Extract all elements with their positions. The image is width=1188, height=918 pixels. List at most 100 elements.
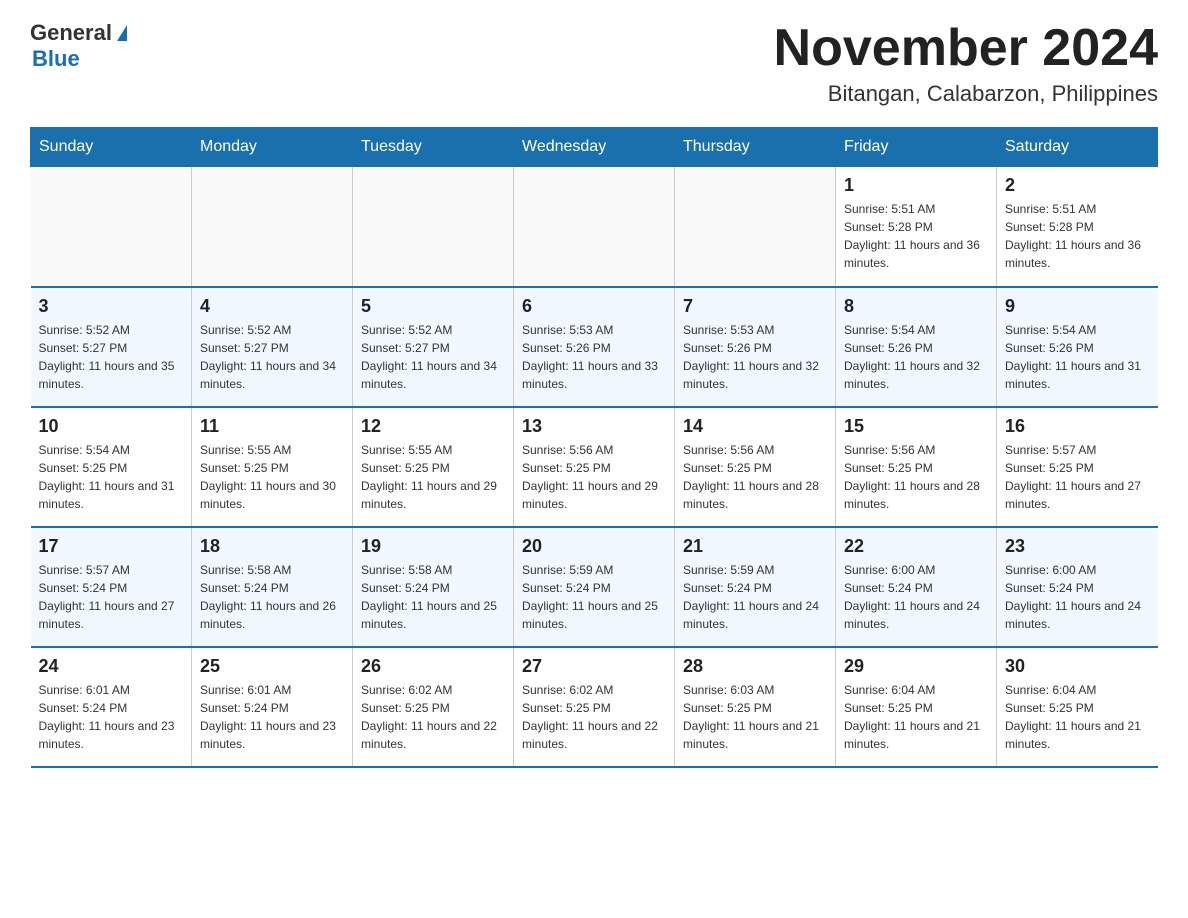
day-number: 8 xyxy=(844,296,988,317)
day-number: 2 xyxy=(1005,175,1150,196)
calendar-week-row: 3 Sunrise: 5:52 AMSunset: 5:27 PMDaylight… xyxy=(31,287,1158,407)
day-number: 20 xyxy=(522,536,666,557)
calendar-cell: 26 Sunrise: 6:02 AMSunset: 5:25 PMDayligh… xyxy=(353,647,514,767)
day-header-saturday: Saturday xyxy=(997,128,1158,167)
day-number: 15 xyxy=(844,416,988,437)
calendar-cell: 1Sunrise: 5:51 AMSunset: 5:28 PMDaylight… xyxy=(836,167,997,287)
day-info: Sunrise: 5:54 AMSunset: 5:26 PMDaylight:… xyxy=(844,321,988,393)
calendar-cell xyxy=(675,167,836,287)
calendar-week-row: 17Sunrise: 5:57 AMSunset: 5:24 PMDayligh… xyxy=(31,527,1158,647)
calendar-week-row: 10Sunrise: 5:54 AMSunset: 5:25 PMDayligh… xyxy=(31,407,1158,527)
calendar-cell: 2 Sunrise: 5:51 AMSunset: 5:28 PMDaylight… xyxy=(997,167,1158,287)
logo-block: General Blue xyxy=(30,20,128,72)
day-info: Sunrise: 6:00 AMSunset: 5:24 PMDaylight:… xyxy=(1005,561,1150,633)
calendar-cell xyxy=(192,167,353,287)
day-info: Sunrise: 5:57 AMSunset: 5:24 PMDaylight:… xyxy=(39,561,184,633)
day-info: Sunrise: 5:51 AMSunset: 5:28 PMDaylight:… xyxy=(1005,200,1150,272)
day-info: Sunrise: 6:02 AMSunset: 5:25 PMDaylight:… xyxy=(361,681,505,753)
day-number: 23 xyxy=(1005,536,1150,557)
day-info: Sunrise: 5:56 AMSunset: 5:25 PMDaylight:… xyxy=(683,441,827,513)
day-number: 14 xyxy=(683,416,827,437)
day-info: Sunrise: 5:55 AMSunset: 5:25 PMDaylight:… xyxy=(200,441,344,513)
calendar-cell: 3Sunrise: 5:52 AMSunset: 5:27 PMDaylight… xyxy=(31,287,192,407)
calendar-cell: 9 Sunrise: 5:54 AMSunset: 5:26 PMDaylight… xyxy=(997,287,1158,407)
day-info: Sunrise: 6:01 AMSunset: 5:24 PMDaylight:… xyxy=(200,681,344,753)
calendar-cell: 22 Sunrise: 6:00 AMSunset: 5:24 PMDayligh… xyxy=(836,527,997,647)
day-info: Sunrise: 5:52 AMSunset: 5:27 PMDaylight:… xyxy=(361,321,505,393)
day-info: Sunrise: 5:59 AMSunset: 5:24 PMDaylight:… xyxy=(522,561,666,633)
day-number: 10 xyxy=(39,416,184,437)
day-number: 12 xyxy=(361,416,505,437)
calendar-cell: 30 Sunrise: 6:04 AMSunset: 5:25 PMDayligh… xyxy=(997,647,1158,767)
day-number: 13 xyxy=(522,416,666,437)
day-number: 5 xyxy=(361,296,505,317)
calendar-cell: 8 Sunrise: 5:54 AMSunset: 5:26 PMDaylight… xyxy=(836,287,997,407)
day-number: 3 xyxy=(39,296,184,317)
logo: General Blue xyxy=(30,20,128,72)
logo-blue: Blue xyxy=(32,46,80,71)
day-info: Sunrise: 5:52 AMSunset: 5:27 PMDaylight:… xyxy=(200,321,344,393)
day-number: 21 xyxy=(683,536,827,557)
calendar-cell: 29 Sunrise: 6:04 AMSunset: 5:25 PMDayligh… xyxy=(836,647,997,767)
day-info: Sunrise: 6:01 AMSunset: 5:24 PMDaylight:… xyxy=(39,681,184,753)
calendar-cell: 7Sunrise: 5:53 AMSunset: 5:26 PMDaylight… xyxy=(675,287,836,407)
calendar-cell: 16Sunrise: 5:57 AMSunset: 5:25 PMDayligh… xyxy=(997,407,1158,527)
calendar-week-row: 24 Sunrise: 6:01 AMSunset: 5:24 PMDayligh… xyxy=(31,647,1158,767)
day-number: 19 xyxy=(361,536,505,557)
calendar-cell: 12 Sunrise: 5:55 AMSunset: 5:25 PMDayligh… xyxy=(353,407,514,527)
calendar-cell: 5 Sunrise: 5:52 AMSunset: 5:27 PMDaylight… xyxy=(353,287,514,407)
calendar-cell: 20 Sunrise: 5:59 AMSunset: 5:24 PMDayligh… xyxy=(514,527,675,647)
day-info: Sunrise: 6:04 AMSunset: 5:25 PMDaylight:… xyxy=(1005,681,1150,753)
calendar-cell: 18 Sunrise: 5:58 AMSunset: 5:24 PMDayligh… xyxy=(192,527,353,647)
calendar-header-row: SundayMondayTuesdayWednesdayThursdayFrid… xyxy=(31,128,1158,167)
calendar-cell: 17Sunrise: 5:57 AMSunset: 5:24 PMDayligh… xyxy=(31,527,192,647)
title-block: November 2024 Bitangan, Calabarzon, Phil… xyxy=(774,20,1158,107)
day-info: Sunrise: 5:54 AMSunset: 5:26 PMDaylight:… xyxy=(1005,321,1150,393)
day-header-friday: Friday xyxy=(836,128,997,167)
day-number: 30 xyxy=(1005,656,1150,677)
day-number: 7 xyxy=(683,296,827,317)
day-number: 1 xyxy=(844,175,988,196)
day-info: Sunrise: 5:58 AMSunset: 5:24 PMDaylight:… xyxy=(361,561,505,633)
day-info: Sunrise: 6:00 AMSunset: 5:24 PMDaylight:… xyxy=(844,561,988,633)
calendar-cell: 14 Sunrise: 5:56 AMSunset: 5:25 PMDayligh… xyxy=(675,407,836,527)
day-number: 9 xyxy=(1005,296,1150,317)
day-number: 4 xyxy=(200,296,344,317)
day-info: Sunrise: 6:02 AMSunset: 5:25 PMDaylight:… xyxy=(522,681,666,753)
day-info: Sunrise: 5:56 AMSunset: 5:25 PMDaylight:… xyxy=(522,441,666,513)
calendar-cell: 21 Sunrise: 5:59 AMSunset: 5:24 PMDayligh… xyxy=(675,527,836,647)
calendar-cell: 11Sunrise: 5:55 AMSunset: 5:25 PMDayligh… xyxy=(192,407,353,527)
calendar-cell: 4 Sunrise: 5:52 AMSunset: 5:27 PMDaylight… xyxy=(192,287,353,407)
day-number: 24 xyxy=(39,656,184,677)
logo-general: General xyxy=(30,20,112,46)
calendar-cell: 27Sunrise: 6:02 AMSunset: 5:25 PMDayligh… xyxy=(514,647,675,767)
day-header-monday: Monday xyxy=(192,128,353,167)
day-header-sunday: Sunday xyxy=(31,128,192,167)
day-info: Sunrise: 5:56 AMSunset: 5:25 PMDaylight:… xyxy=(844,441,988,513)
calendar-cell: 6 Sunrise: 5:53 AMSunset: 5:26 PMDaylight… xyxy=(514,287,675,407)
calendar-cell xyxy=(31,167,192,287)
day-info: Sunrise: 5:53 AMSunset: 5:26 PMDaylight:… xyxy=(522,321,666,393)
day-header-wednesday: Wednesday xyxy=(514,128,675,167)
day-number: 22 xyxy=(844,536,988,557)
day-number: 28 xyxy=(683,656,827,677)
day-info: Sunrise: 6:04 AMSunset: 5:25 PMDaylight:… xyxy=(844,681,988,753)
day-number: 16 xyxy=(1005,416,1150,437)
day-number: 25 xyxy=(200,656,344,677)
calendar-cell: 25 Sunrise: 6:01 AMSunset: 5:24 PMDayligh… xyxy=(192,647,353,767)
day-number: 29 xyxy=(844,656,988,677)
day-header-thursday: Thursday xyxy=(675,128,836,167)
day-info: Sunrise: 5:58 AMSunset: 5:24 PMDaylight:… xyxy=(200,561,344,633)
calendar-cell: 19 Sunrise: 5:58 AMSunset: 5:24 PMDayligh… xyxy=(353,527,514,647)
day-info: Sunrise: 5:59 AMSunset: 5:24 PMDaylight:… xyxy=(683,561,827,633)
day-number: 18 xyxy=(200,536,344,557)
day-number: 6 xyxy=(522,296,666,317)
calendar-week-row: 1 Sunrise: 5:51 AMSunset: 5:28 PMDaylight… xyxy=(31,167,1158,287)
calendar-cell: 13 Sunrise: 5:56 AMSunset: 5:25 PMDayligh… xyxy=(514,407,675,527)
day-number: 26 xyxy=(361,656,505,677)
calendar-cell: 24 Sunrise: 6:01 AMSunset: 5:24 PMDayligh… xyxy=(31,647,192,767)
calendar-cell xyxy=(353,167,514,287)
calendar-cell xyxy=(514,167,675,287)
day-info: Sunrise: 6:03 AMSunset: 5:25 PMDaylight:… xyxy=(683,681,827,753)
day-info: Sunrise: 5:55 AMSunset: 5:25 PMDaylight:… xyxy=(361,441,505,513)
